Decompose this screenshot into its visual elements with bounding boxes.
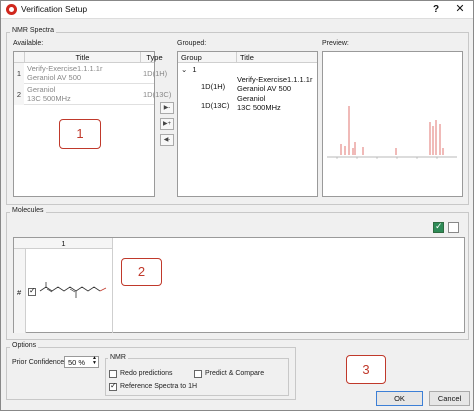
grouped-title-line2: Geraniol AV 500 [237,83,292,93]
close-button[interactable]: ✕ [453,2,467,17]
column-header-title[interactable]: Title [24,52,140,63]
column-header-title[interactable]: Title [236,52,254,63]
row-number: 2 [14,84,24,105]
available-label: Available: [13,40,44,47]
x-ticks [336,157,438,159]
preview-label: Preview: [322,40,349,47]
move-left-icon: ◀- [163,137,171,143]
spinner-arrows-icon[interactable]: ▲ ▼ [92,356,97,366]
grouped-type: 1D(13C) [201,101,230,110]
app-logo-icon [6,4,17,15]
reference-spectra-label: Reference Spectra to 1H [120,383,198,390]
help-button[interactable]: ? [429,2,443,17]
column-header-group[interactable]: Group [181,53,202,62]
available-spectra-table[interactable]: Title Type 1 Verify-Exercise1.1.1.1r Ger… [13,51,171,197]
table-header: Group Title [178,52,317,63]
window-title: Verification Setup [21,4,88,14]
prior-confidence-value: 50 % [68,358,86,367]
cancel-button[interactable]: Cancel [429,391,470,406]
spectrum-preview [322,51,463,197]
ok-button[interactable]: OK [376,391,423,406]
cell-type: 1D(13C) [143,90,172,99]
marker-3: 3 [346,355,386,384]
grouped-title-line2: 13C 500MHz [237,102,281,112]
move-right-icon: ▶- [163,105,171,111]
molecules-label: Molecules [10,207,46,214]
row-header: # [14,249,26,333]
predict-compare-label: Predict & Compare [205,370,265,377]
row-number: 1 [14,63,24,84]
spectrum-plot [327,106,457,159]
column-header[interactable]: 1 [14,238,113,249]
cell-type: 1D(1H) [143,69,168,78]
grouped-type: 1D(1H) [201,82,226,91]
grouped-title: Geraniol 13C 500MHz [237,94,281,112]
column-header-type[interactable]: Type [140,52,168,63]
marker-2: 2 [121,258,162,286]
move-right-plus-icon: ▶+ [162,121,172,127]
cell-title: Verify-Exercise1.1.1.1r Geraniol AV 500 [27,64,102,82]
group-row[interactable]: ⌄ 1 [181,65,197,74]
row-label: # [17,288,22,297]
marker-1: 1 [59,119,101,149]
nmr-spectra-label: NMR Spectra [10,27,57,34]
geraniol-structure [39,282,107,298]
column-divider [112,238,113,333]
reference-spectra-checkbox[interactable] [109,381,117,391]
cell-title-line2: Geraniol AV 500 [27,72,82,82]
spectrum-peaks [340,106,444,155]
prior-confidence-stepper[interactable]: 50 % ▲ ▼ [64,356,99,368]
group-id: 1 [192,65,197,74]
redo-predictions-checkbox[interactable] [109,370,117,378]
table-row[interactable]: 2 Geraniol 13C 500MHz 1D(13C) [14,84,171,105]
molecule-checkbox[interactable] [28,286,36,296]
options-label: Options [10,342,39,349]
verification-setup-dialog: Verification Setup ? ✕ NMR Spectra Avail… [0,0,474,411]
move-right-button[interactable]: ▶- [160,102,174,114]
chevron-down-icon[interactable]: ⌄ [181,65,187,74]
title-bar: Verification Setup ? ✕ [1,1,473,19]
move-right-plus-button[interactable]: ▶+ [160,118,174,130]
grouped-label: Grouped: [177,40,207,47]
uncheck-all-button[interactable] [448,222,459,233]
grouped-spectra-table[interactable]: Group Title ⌄ 1 1D(1H) Verify-Exercise1.… [177,51,318,197]
table-header: Title Type [14,52,163,63]
move-left-button[interactable]: ◀- [160,134,174,146]
predict-compare-checkbox[interactable] [194,370,202,378]
cell-title-line2: 13C 500MHz [27,93,71,103]
check-all-button[interactable] [433,221,444,233]
hydroxyl-bond [99,287,107,292]
redo-predictions-label: Redo predictions [120,370,173,377]
grid-header: 1 [14,238,113,249]
prior-confidence-label: Prior Confidence: [12,359,67,366]
molecules-grid[interactable]: 1 # 2 [13,237,465,333]
table-row[interactable]: 1 Verify-Exercise1.1.1.1r Geraniol AV 50… [14,63,167,84]
grouped-title: Verify-Exercise1.1.1.1r Geraniol AV 500 [237,75,312,93]
cell-title: Geraniol 13C 500MHz [27,85,71,103]
nmr-options-label: NMR [108,354,128,361]
